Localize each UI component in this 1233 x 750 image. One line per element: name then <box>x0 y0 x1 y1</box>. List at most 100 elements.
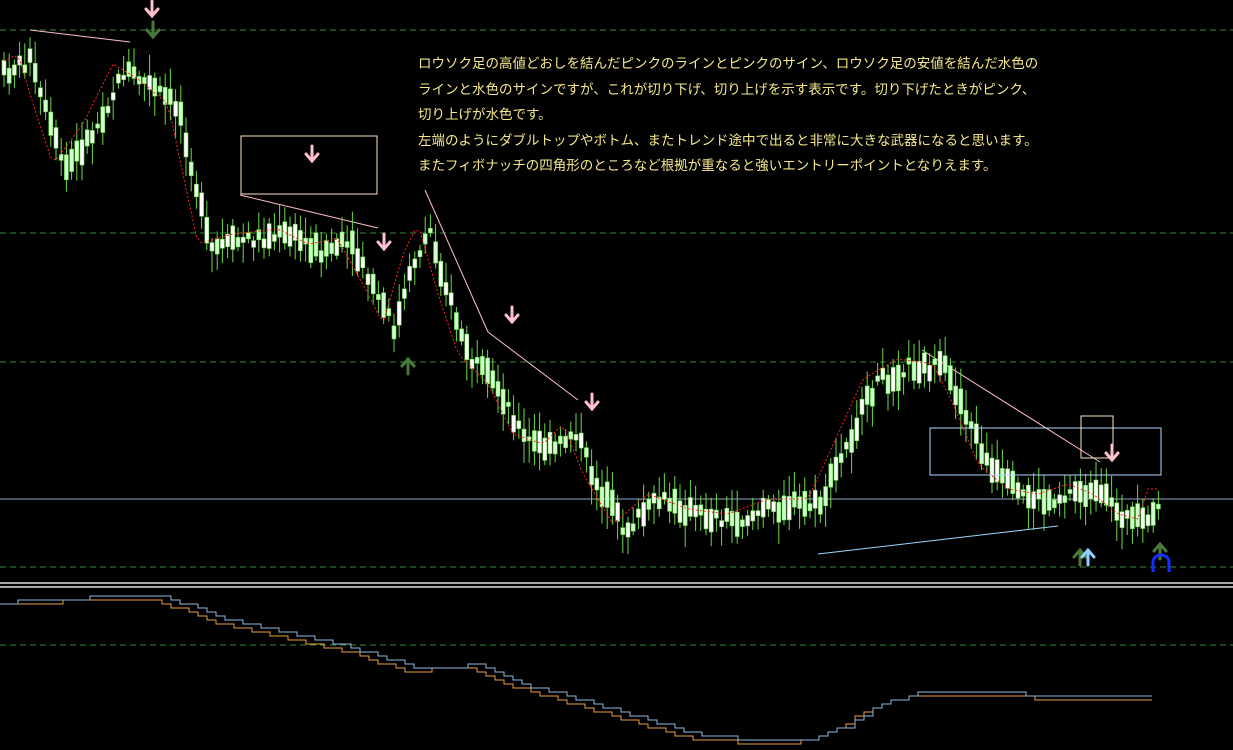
candle-body <box>755 510 761 516</box>
candle-body <box>833 456 839 481</box>
candle-body <box>776 502 782 523</box>
candle-body <box>1041 489 1047 515</box>
candle-body <box>942 355 948 374</box>
candle-body <box>1104 483 1109 506</box>
candle-body <box>396 301 402 326</box>
pink-trend-line <box>29 29 131 43</box>
candle-body <box>459 328 464 342</box>
candle-body <box>355 248 360 272</box>
candle-body <box>1 59 7 76</box>
candle-body <box>318 250 324 263</box>
candle-body <box>662 491 667 500</box>
candle-body <box>901 372 906 378</box>
candle-body <box>719 520 724 528</box>
candle-body <box>677 500 683 523</box>
candle-body <box>69 148 74 172</box>
candle-body <box>391 325 397 340</box>
candle-body <box>896 364 901 392</box>
candle-body <box>27 48 33 63</box>
candle-body <box>870 387 875 407</box>
candle-body <box>1078 480 1083 503</box>
fibonacci-box <box>929 427 1162 476</box>
candle-body <box>823 486 828 507</box>
candle-body <box>272 234 277 242</box>
candle-body <box>469 358 475 369</box>
candle-body <box>1124 510 1130 519</box>
oscillator-subwindow <box>0 595 1152 745</box>
candle-body <box>79 139 85 166</box>
candle-body <box>365 273 371 285</box>
candle-body <box>708 508 714 533</box>
candle-body <box>246 232 251 240</box>
pink-down-arrow-icon <box>304 144 320 164</box>
candle-body <box>573 434 579 441</box>
candle-body <box>521 428 527 442</box>
candle-body <box>880 367 886 380</box>
candle-body <box>646 498 652 510</box>
candle-body <box>38 87 43 98</box>
candle-body <box>204 217 210 244</box>
candle-body <box>745 515 750 527</box>
candle-body <box>448 292 454 306</box>
candle-body <box>1067 489 1073 494</box>
pink-down-arrow-icon <box>144 0 160 19</box>
candle-body <box>563 435 568 449</box>
candle-body <box>506 401 511 407</box>
candle-body <box>974 423 979 444</box>
candle-body <box>1005 468 1010 489</box>
candle-body <box>651 492 657 504</box>
candle-body <box>703 508 709 530</box>
candle-body <box>807 503 813 512</box>
candle-body <box>906 357 912 365</box>
candle-body <box>230 225 236 250</box>
annotation-line: ロウソク足の高値どおしを結んだピンクのラインとピンクのサイン、ロウソク足の安値を… <box>418 56 1039 72</box>
candle-body <box>209 242 215 252</box>
fibonacci-box <box>240 135 378 195</box>
candle-body <box>630 523 636 532</box>
candle-body <box>698 504 704 516</box>
candle-body <box>1052 499 1057 509</box>
candle-body <box>74 140 80 162</box>
candle-body <box>313 232 319 257</box>
candle-body <box>885 374 891 394</box>
candle-body <box>854 417 860 441</box>
candle-body <box>110 92 116 101</box>
candle-body <box>438 260 444 287</box>
candle-body <box>1036 489 1042 500</box>
candle-body <box>95 123 100 129</box>
candle-body <box>890 367 896 392</box>
candle-body <box>578 432 584 449</box>
candle-body <box>43 99 48 113</box>
annotation-text: ロウソク足の高値どおしを結んだピンクのラインとピンクのサイン、ロウソク足の安値を… <box>418 52 1118 180</box>
candle-body <box>188 161 194 177</box>
green-arrow-icon <box>145 20 161 40</box>
candle-body <box>48 111 54 136</box>
candle-body <box>308 238 314 263</box>
candle-body <box>131 66 137 79</box>
candle-body <box>989 457 995 483</box>
candle-body <box>1057 494 1062 504</box>
candle-body <box>911 360 917 381</box>
candle-body <box>22 64 28 73</box>
candle-body <box>656 496 662 510</box>
candle-body <box>958 388 964 415</box>
candle-body <box>849 429 854 453</box>
candle-body <box>173 101 178 117</box>
candle-body <box>480 356 485 376</box>
candle-body <box>214 238 220 255</box>
candle-body <box>490 370 496 389</box>
candle-body <box>594 477 600 491</box>
candle-body <box>84 129 90 147</box>
candle-body <box>610 489 615 516</box>
candle-body <box>688 497 693 517</box>
trading-chart-window[interactable]: { "annotation": { "lines": [ "ロウソク足の高値どお… <box>0 0 1233 750</box>
candle-body <box>350 230 355 255</box>
candle-body <box>729 510 735 527</box>
candle-body <box>220 238 225 249</box>
candle-body <box>381 292 386 318</box>
candle-body <box>615 502 620 522</box>
candle-body <box>12 64 17 76</box>
candle-body <box>620 527 626 535</box>
candle-body <box>1109 497 1114 507</box>
candle-body <box>750 510 756 522</box>
